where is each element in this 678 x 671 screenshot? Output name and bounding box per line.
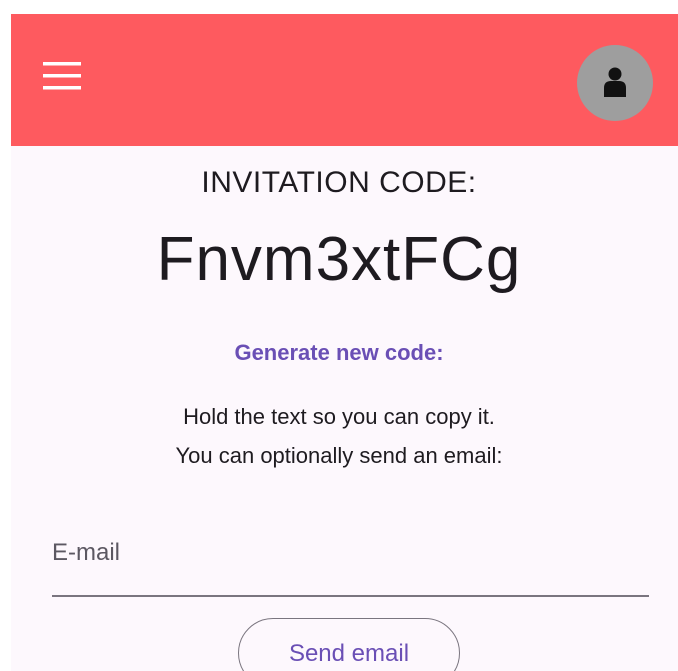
send-email-button[interactable]: Send email — [238, 618, 460, 671]
avatar-button[interactable] — [577, 45, 653, 121]
generate-new-code-link[interactable]: Generate new code: — [11, 340, 678, 366]
invitation-code-label: INVITATION CODE: — [201, 166, 477, 199]
email-input[interactable] — [52, 531, 642, 575]
email-hint-text: You can optionally send an email: — [175, 443, 503, 468]
hamburger-menu-button[interactable] — [37, 52, 87, 102]
person-icon — [604, 67, 626, 97]
app-bar — [11, 14, 678, 146]
copy-hint-text: Hold the text so you can copy it. — [183, 404, 495, 429]
hamburger-menu-icon — [43, 62, 81, 90]
email-field[interactable] — [52, 511, 649, 597]
invitation-content: INVITATION CODE: Fnvm3xtFCg Generate new… — [11, 146, 678, 671]
app-screen: INVITATION CODE: Fnvm3xtFCg Generate new… — [11, 14, 678, 671]
invitation-code-value[interactable]: Fnvm3xtFCg — [11, 224, 678, 295]
